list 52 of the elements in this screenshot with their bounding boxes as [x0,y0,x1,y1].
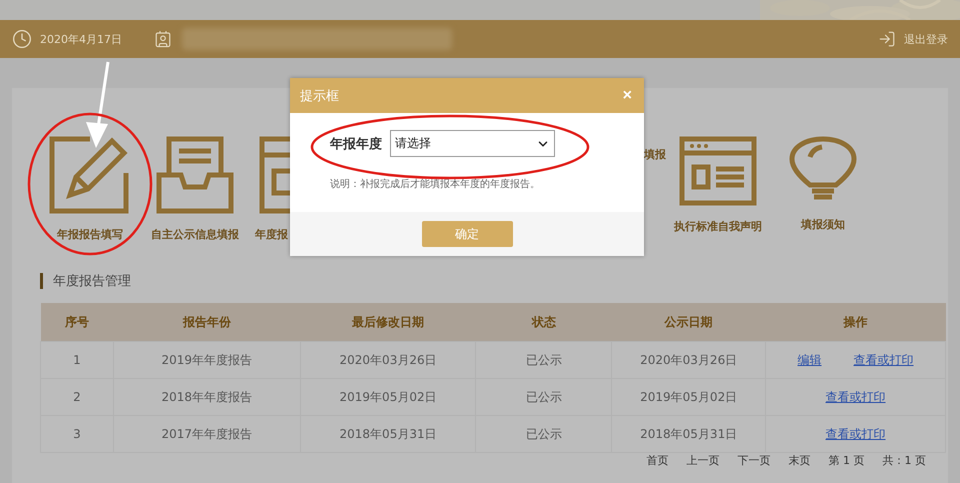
pagination-item[interactable]: 上一页 [686,454,720,467]
pagination-item[interactable]: 首页 [646,454,668,467]
table-cell: 2017年年度报告 [113,416,300,452]
table-cell: 1 [40,342,114,378]
tile-label[interactable]: 填报 [644,147,666,162]
action-link[interactable]: 查看或打印 [826,426,886,440]
table-cell: 2018年05月31日 [612,416,766,452]
column-header: 最后修改日期 [300,303,476,342]
year-select[interactable]: 请选择 [390,130,555,157]
table-cell: 2018年05月31日 [300,416,476,452]
table-cell: 3 [40,416,114,452]
document-icon [678,135,758,207]
pagination-item[interactable]: 共：1 页 [882,454,926,467]
table-cell: 2019年05月02日 [612,378,766,416]
note-text: 说明：补报完成后才能填报本年度的年度报告。 [330,178,541,191]
form-icon [258,135,292,215]
tile-label[interactable]: 执行标准自我声明 [674,219,762,234]
id-badge-icon [154,30,172,48]
inbox-icon [155,135,235,215]
table-cell: 已公示 [476,378,612,416]
table-cell: 已公示 [476,342,612,378]
logout-icon[interactable] [878,30,896,48]
tile-label[interactable]: 自主公示信息填报 [151,227,239,242]
tile-label[interactable]: 年报报告填写 [57,227,123,242]
table-cell: 已公示 [476,416,612,452]
logout-link[interactable]: 退出登录 [904,32,948,46]
column-header: 状态 [476,303,612,342]
clock-icon [12,29,32,49]
table-cell: 2 [40,378,114,416]
table-cell: 2018年年度报告 [113,378,300,416]
table-cell: 2019年05月02日 [300,378,476,416]
pagination-item[interactable]: 第 1 页 [828,454,864,467]
table-cell: 2020年03月26日 [612,342,766,378]
close-button[interactable]: × [620,86,634,104]
dialog-title: 提示框 [300,88,339,104]
pagination-item[interactable]: 下一页 [738,454,770,467]
column-header: 序号 [40,303,114,342]
date-text: 2020年4月17日 [40,32,122,46]
column-header: 操作 [766,303,946,342]
action-link[interactable]: 编辑 [798,352,822,366]
section-title: 年度报告管理 [53,273,131,290]
column-header: 公示日期 [612,303,766,342]
table-cell: 2019年年度报告 [113,342,300,378]
tile-label[interactable]: 填报须知 [801,217,845,232]
column-header: 报告年份 [113,303,300,342]
table-cell: 2020年03月26日 [300,342,476,378]
action-link[interactable]: 查看或打印 [854,352,914,366]
action-link[interactable]: 查看或打印 [826,390,886,404]
confirm-button[interactable]: 确定 [422,221,512,247]
field-label: 年报年度 [330,136,382,152]
pagination-item[interactable]: 末页 [788,454,810,467]
tile-label[interactable]: 年度报 [255,227,288,242]
